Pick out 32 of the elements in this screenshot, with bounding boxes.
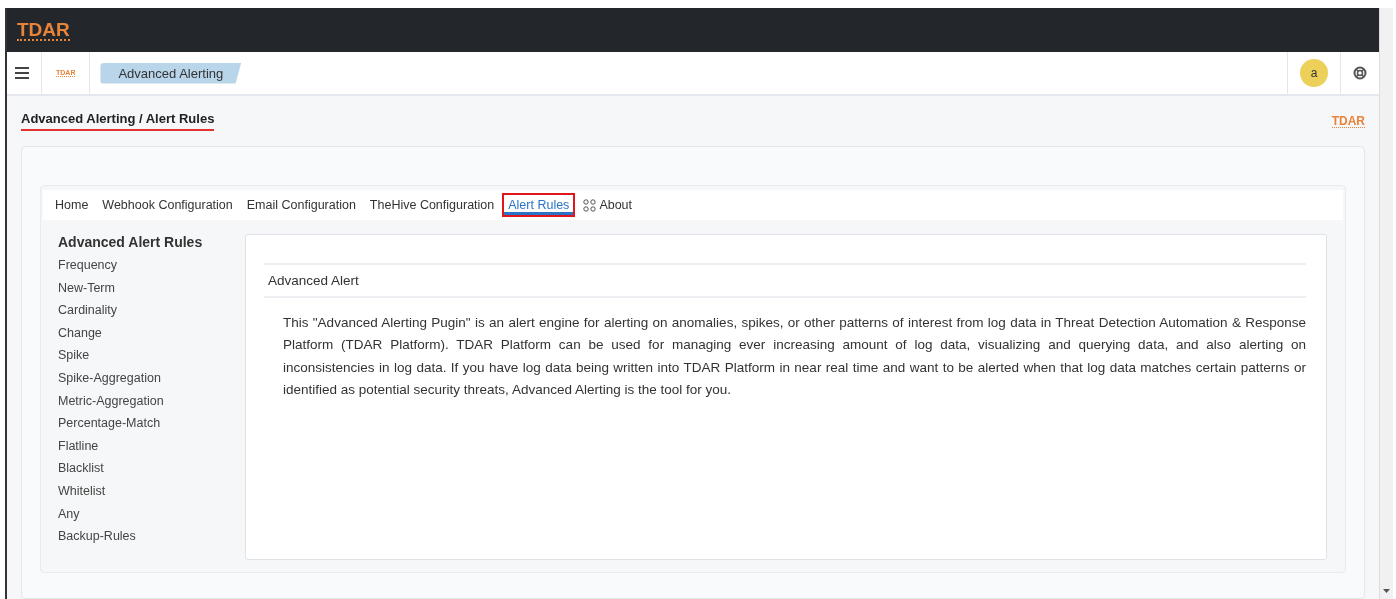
- sidebar-item[interactable]: Frequency: [58, 258, 245, 281]
- tab[interactable]: Alert Rules: [502, 193, 576, 217]
- sidebar-item[interactable]: New-Term: [58, 280, 245, 304]
- sidebar-item[interactable]: Backup-Rules: [58, 529, 245, 552]
- tab[interactable]: Home: [49, 193, 95, 217]
- tab[interactable]: TheHive Configuration: [363, 193, 501, 217]
- sidebar-item[interactable]: Metric-Aggregation: [58, 393, 245, 417]
- sidebar-item[interactable]: Spike: [58, 348, 245, 371]
- sidebar-item[interactable]: Flatline: [58, 438, 245, 462]
- tab[interactable]: Webhook Configuration: [96, 193, 239, 217]
- menu-icon: [15, 67, 29, 79]
- logo: TDAR: [1331, 114, 1365, 128]
- scrollbar[interactable]: [1379, 8, 1393, 599]
- app-tab[interactable]: Advanced Alerting: [100, 62, 242, 84]
- description-paragraph: This "Advanced Alerting Pugin" is an alert engine for alerting on anomalies, spikes, or other patterns of interest from log data in Threat Detection Automation & Response Platform (TDAR Platform). TDAR Platform can be used for managing ever increasing amount of log data, visualizing and querying data, and also alerting on inconsistencies in log data. If you have log data being written into TDAR Platform in near real time and want to be alerted when that log data matches certain patterns or identified as potential security threats, Advanced Alerting is the tool for you.: [282, 314, 1306, 399]
- sidebar-item[interactable]: Blacklist: [58, 461, 245, 484]
- underlined-breadcrumb: Advanced Alerting / Alert Rules: [21, 111, 215, 131]
- logo: TDAR: [17, 19, 70, 41]
- tab[interactable]: Email Configuration: [240, 193, 362, 217]
- tab[interactable]: About: [577, 193, 639, 217]
- sidebar-item[interactable]: Any: [58, 506, 245, 530]
- sidebar-item[interactable]: Cardinality: [58, 303, 245, 326]
- sidebar-item[interactable]: Change: [58, 325, 245, 349]
- sidebar-item[interactable]: Whitelist: [58, 483, 245, 507]
- user-avatar[interactable]: a: [1300, 59, 1328, 87]
- help-icon[interactable]: [1353, 66, 1367, 80]
- scroll-down-icon[interactable]: [1383, 589, 1390, 593]
- section-heading: Advanced Alert: [264, 263, 1306, 298]
- sidebar-item[interactable]: Percentage-Match: [58, 416, 245, 439]
- sidebar-item[interactable]: Spike-Aggregation: [58, 370, 245, 394]
- group-icon: [583, 198, 597, 212]
- sidebar-title: Advanced Alert Rules: [58, 234, 204, 250]
